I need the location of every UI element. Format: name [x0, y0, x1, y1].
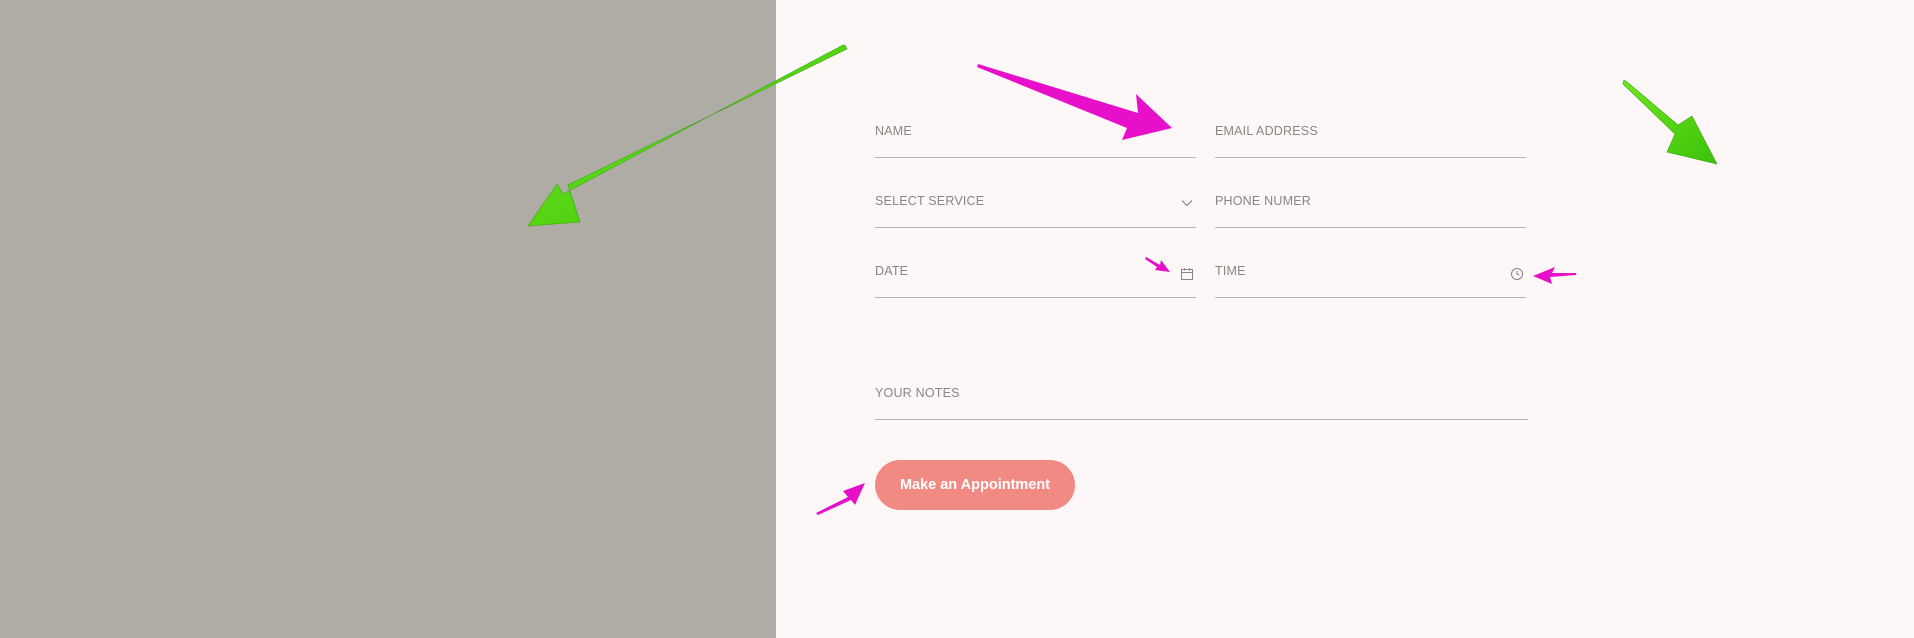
phone-field-label: PHONE NUMER: [1215, 194, 1311, 208]
name-field-label: NAME: [875, 124, 912, 138]
clock-icon[interactable]: [1510, 267, 1524, 281]
phone-field[interactable]: PHONE NUMER: [1215, 188, 1526, 228]
email-field[interactable]: EMAIL ADDRESS: [1215, 118, 1526, 158]
appointment-form: NAME EMAIL ADDRESS SELECT SERVICE PHONE …: [0, 0, 1914, 638]
calendar-icon[interactable]: [1180, 267, 1194, 281]
time-field-label: TIME: [1215, 264, 1246, 278]
email-field-label: EMAIL ADDRESS: [1215, 124, 1318, 138]
time-field[interactable]: TIME: [1215, 258, 1526, 298]
make-appointment-button[interactable]: Make an Appointment: [875, 460, 1075, 510]
date-field[interactable]: DATE: [875, 258, 1196, 298]
service-select[interactable]: SELECT SERVICE: [875, 188, 1196, 228]
name-field[interactable]: NAME: [875, 118, 1196, 158]
notes-field[interactable]: YOUR NOTES: [875, 380, 1528, 420]
notes-field-label: YOUR NOTES: [875, 386, 960, 400]
chevron-down-icon: [1180, 196, 1194, 210]
date-field-label: DATE: [875, 264, 909, 278]
service-select-label: SELECT SERVICE: [875, 194, 985, 208]
page: NAME EMAIL ADDRESS SELECT SERVICE PHONE …: [0, 0, 1914, 638]
